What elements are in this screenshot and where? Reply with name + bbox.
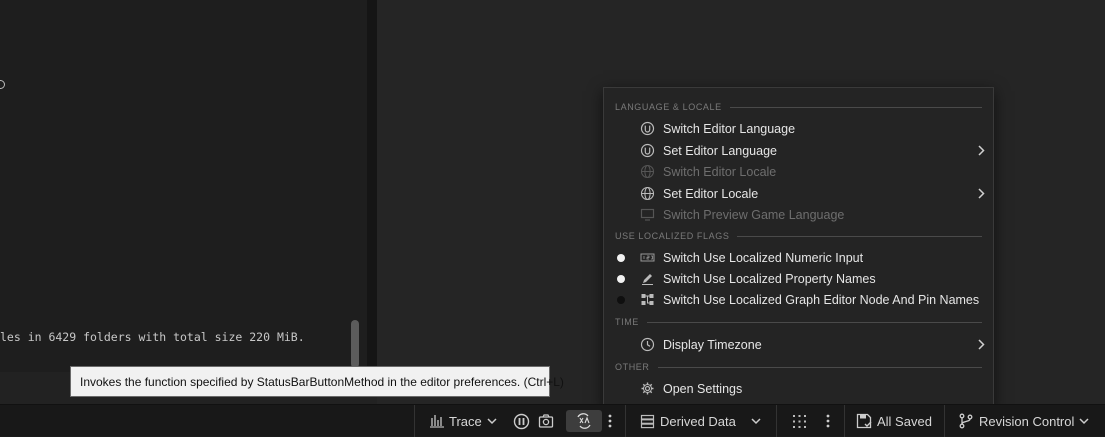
output-log-panel: les in 6429 folders with total size 220 … <box>0 0 367 372</box>
section-label: OTHER <box>615 362 650 372</box>
separator <box>414 405 415 437</box>
pencil-icon <box>642 274 653 285</box>
section-label: LANGUAGE & LOCALE <box>615 102 722 112</box>
section-label: USE LOCALIZED FLAGS <box>615 231 730 241</box>
separator <box>625 405 626 437</box>
chevron-right-icon <box>978 188 985 199</box>
derived-data-label: Derived Data <box>660 413 736 429</box>
chevron-down-icon <box>751 418 761 425</box>
clock-icon <box>640 337 655 352</box>
chevron-right-icon <box>978 145 985 156</box>
log-marker-icon <box>0 80 5 89</box>
section-use-localized-flags: USE LOCALIZED FLAGS <box>615 230 982 242</box>
menu-item-property-names[interactable]: Switch Use Localized Property Names <box>604 268 993 289</box>
menu-item-numeric-input[interactable]: Switch Use Localized Numeric Input <box>604 247 993 268</box>
chevron-right-icon <box>978 339 985 350</box>
radio-on-icon <box>617 254 625 262</box>
tooltip: Invokes the function specified by Status… <box>70 366 564 397</box>
chevron-down-icon <box>1079 418 1089 425</box>
grid-dots-icon <box>793 414 806 428</box>
derived-data-button[interactable]: Derived Data <box>640 405 762 437</box>
section-label: TIME <box>615 317 639 327</box>
menu-item-open-settings[interactable]: Open Settings <box>604 378 993 399</box>
kebab-menu-icon <box>826 414 830 428</box>
numeric-input-icon <box>640 253 655 262</box>
menu-item-label: Set Editor Locale <box>663 186 759 201</box>
menu-item-label: Open Settings <box>663 381 743 396</box>
localization-menu: LANGUAGE & LOCALE Switch Editor Language… <box>603 87 994 407</box>
revision-control-button[interactable]: Revision Control <box>958 405 1090 437</box>
screenshot-button[interactable] <box>538 405 554 437</box>
section-time: TIME <box>615 316 982 328</box>
record-icon <box>513 413 530 429</box>
radio-on-icon <box>617 275 625 283</box>
revision-control-label: Revision Control <box>979 413 1075 429</box>
separator <box>844 405 845 437</box>
database-icon <box>640 414 655 428</box>
more-options-button[interactable] <box>606 405 614 437</box>
more-options-button[interactable] <box>824 405 832 437</box>
trace-button[interactable]: Trace <box>429 405 498 437</box>
menu-item-label: Switch Editor Language <box>663 121 796 136</box>
trace-label: Trace <box>449 413 482 429</box>
status-bar: Trace Derived Data All Saved Revision Co… <box>0 404 1105 437</box>
menu-item-label: Display Timezone <box>663 337 762 352</box>
menu-item-switch-preview-game-language[interactable]: Switch Preview Game Language <box>604 204 993 225</box>
graph-nodes-icon <box>641 294 654 305</box>
log-scrollbar-thumb[interactable] <box>351 320 359 368</box>
branch-icon <box>959 413 973 429</box>
section-language-locale: LANGUAGE & LOCALE <box>615 101 982 113</box>
menu-item-label: Switch Use Localized Property Names <box>663 271 876 286</box>
kebab-menu-icon <box>608 414 612 428</box>
gear-icon <box>641 382 654 395</box>
all-saved-label: All Saved <box>877 413 932 429</box>
log-line: les in 6429 folders with total size 220 … <box>0 330 305 344</box>
monitor-icon <box>640 208 655 221</box>
separator <box>776 405 777 437</box>
unreal-logo-icon <box>640 121 655 136</box>
chevron-down-icon <box>487 418 497 425</box>
menu-item-set-editor-locale[interactable]: Set Editor Locale <box>604 183 993 204</box>
menu-item-display-timezone[interactable]: Display Timezone <box>604 334 993 355</box>
menu-item-label: Switch Use Localized Numeric Input <box>663 250 864 265</box>
menu-item-label: Switch Editor Locale <box>663 164 777 179</box>
radio-off-icon <box>617 296 625 304</box>
camera-icon <box>538 414 554 428</box>
menu-item-switch-editor-locale[interactable]: Switch Editor Locale <box>604 161 993 182</box>
unreal-logo-icon <box>640 143 655 158</box>
trace-icon <box>430 415 444 428</box>
section-other: OTHER <box>615 361 982 373</box>
globe-icon <box>640 164 655 179</box>
menu-item-label: Set Editor Language <box>663 143 777 158</box>
localization-icon <box>577 413 591 429</box>
globe-icon <box>640 186 655 201</box>
menu-item-label: Switch Use Localized Graph Editor Node A… <box>663 292 980 307</box>
record-button[interactable] <box>513 405 530 437</box>
grid-status-button[interactable] <box>792 405 807 437</box>
status-bar-function-button[interactable] <box>566 410 602 432</box>
save-all-button[interactable]: All Saved <box>856 405 932 437</box>
separator <box>944 405 945 437</box>
menu-item-switch-editor-language[interactable]: Switch Editor Language <box>604 118 993 139</box>
menu-item-graph-editor-names[interactable]: Switch Use Localized Graph Editor Node A… <box>604 289 993 310</box>
menu-item-label: Switch Preview Game Language <box>663 207 845 222</box>
panel-splitter[interactable] <box>367 0 377 372</box>
save-icon <box>856 413 872 429</box>
menu-item-set-editor-language[interactable]: Set Editor Language <box>604 140 993 161</box>
